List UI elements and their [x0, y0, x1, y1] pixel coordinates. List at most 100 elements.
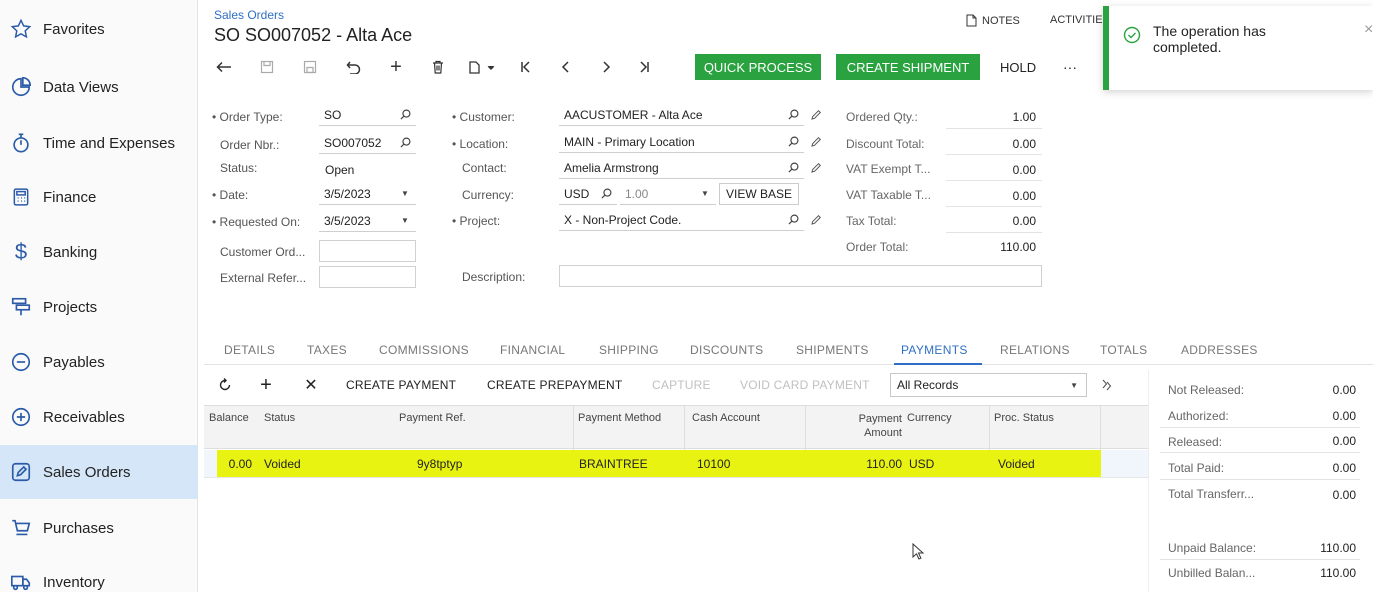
tab-financial[interactable]: FINANCIAL: [500, 343, 565, 357]
delete-icon[interactable]: [428, 57, 448, 77]
delete-row-icon[interactable]: ✕: [302, 376, 320, 394]
capture-button[interactable]: CAPTURE: [652, 378, 711, 392]
table-row[interactable]: 0.00 Voided 9y8tptyp BRAINTREE 10100 110…: [204, 450, 1148, 477]
activities-link[interactable]: ACTIVITIES: [1050, 14, 1102, 26]
tab-details[interactable]: DETAILS: [224, 343, 275, 357]
tab-discounts[interactable]: DISCOUNTS: [690, 343, 763, 357]
hold-button[interactable]: HOLD: [1000, 54, 1036, 80]
customer-field[interactable]: AACUSTOMER - Alta Ace: [559, 104, 804, 126]
undo-icon[interactable]: [343, 57, 363, 77]
payment-total-value: 110.00: [1320, 566, 1356, 580]
save-icon[interactable]: [300, 57, 320, 77]
search-icon[interactable]: [786, 213, 800, 227]
create-shipment-button[interactable]: CREATE SHIPMENT: [836, 54, 980, 80]
save-close-icon[interactable]: [257, 57, 277, 77]
filter-value: All Records: [897, 378, 959, 392]
column-header-proc-status[interactable]: Proc. Status: [994, 412, 1054, 424]
tab-taxes[interactable]: TAXES: [307, 343, 347, 357]
sidebar-item-banking[interactable]: $ Banking: [0, 225, 198, 279]
column-header-currency[interactable]: Currency: [907, 412, 952, 424]
create-prepayment-button[interactable]: CREATE PREPAYMENT: [487, 378, 622, 392]
refresh-icon[interactable]: [216, 376, 234, 394]
sidebar-item-projects[interactable]: Projects: [0, 280, 198, 334]
sidebar-item-favorites[interactable]: Favorites: [0, 2, 198, 56]
edit-pencil-icon[interactable]: [810, 136, 822, 148]
next-record-icon[interactable]: [596, 57, 616, 77]
external-reference-input[interactable]: [319, 266, 416, 288]
project-field[interactable]: X - Non-Project Code.: [559, 209, 804, 231]
currency-rate-field[interactable]: 1.00 ▼: [620, 183, 716, 205]
active-tab-indicator: [894, 363, 982, 365]
sidebar-item-inventory[interactable]: Inventory: [0, 555, 198, 592]
column-header-payment-method[interactable]: Payment Method: [578, 412, 661, 424]
edit-pencil-icon[interactable]: [810, 162, 822, 174]
sidebar-item-label: Payables: [43, 353, 105, 371]
sidebar-item-data-views[interactable]: Data Views: [0, 60, 198, 114]
sidebar-item-receivables[interactable]: Receivables: [0, 390, 198, 444]
search-icon[interactable]: [398, 136, 412, 150]
currency-value: USD: [564, 186, 590, 201]
column-header-cash-account[interactable]: Cash Account: [692, 412, 760, 424]
previous-record-icon[interactable]: [556, 57, 576, 77]
add-icon[interactable]: +: [386, 56, 406, 78]
view-base-button[interactable]: VIEW BASE: [719, 183, 799, 205]
tab-addresses[interactable]: ADDRESSES: [1181, 343, 1258, 357]
column-header-payment-ref[interactable]: Payment Ref.: [399, 412, 466, 424]
date-field[interactable]: 3/5/2023 ▼: [319, 183, 416, 205]
divider: [946, 206, 1042, 207]
sidebar-item-label: Banking: [43, 243, 98, 261]
order-nbr-field[interactable]: SO007052: [319, 132, 416, 154]
create-payment-button[interactable]: CREATE PAYMENT: [346, 378, 456, 392]
records-filter-select[interactable]: All Records ▼: [890, 373, 1087, 397]
edit-pencil-icon[interactable]: [810, 109, 822, 121]
sidebar-item-purchases[interactable]: Purchases: [0, 501, 198, 555]
more-actions-button[interactable]: ···: [1063, 54, 1077, 80]
tab-relations[interactable]: RELATIONS: [1000, 343, 1070, 357]
summary-label: Ordered Qty.:: [846, 110, 918, 124]
chevron-down-icon[interactable]: ▼: [398, 187, 412, 201]
chevron-down-icon[interactable]: ▼: [698, 187, 712, 201]
order-type-field[interactable]: SO: [319, 104, 416, 126]
sidebar-item-time-and-expenses[interactable]: Time and Expenses: [0, 116, 198, 170]
first-record-icon[interactable]: [516, 57, 536, 77]
search-icon[interactable]: [786, 108, 800, 122]
search-icon[interactable]: [599, 187, 613, 201]
currency-field[interactable]: USD: [559, 183, 617, 205]
tab-shipments[interactable]: SHIPMENTS: [796, 343, 869, 357]
search-icon[interactable]: [786, 135, 800, 149]
search-icon[interactable]: [786, 161, 800, 175]
tab-shipping[interactable]: SHIPPING: [599, 343, 659, 357]
back-arrow-icon[interactable]: [214, 57, 234, 77]
summary-label: Discount Total:: [846, 137, 925, 151]
column-header-status[interactable]: Status: [264, 412, 295, 424]
edit-pencil-icon[interactable]: [810, 214, 822, 226]
sidebar-item-sales-orders[interactable]: Sales Orders: [0, 445, 198, 499]
sidebar-item-label: Finance: [43, 188, 97, 206]
notes-link[interactable]: NOTES: [966, 14, 1020, 27]
void-card-payment-button[interactable]: VOID CARD PAYMENT: [740, 378, 870, 392]
tab-commissions[interactable]: COMMISSIONS: [379, 343, 469, 357]
last-record-icon[interactable]: [634, 57, 654, 77]
description-input[interactable]: [559, 265, 1042, 287]
add-row-icon[interactable]: +: [257, 374, 275, 396]
column-header-balance[interactable]: Balance: [209, 412, 249, 424]
contact-field[interactable]: Amelia Armstrong: [559, 157, 804, 179]
quick-process-button[interactable]: QUICK PROCESS: [695, 54, 821, 80]
tab-payments[interactable]: PAYMENTS: [901, 343, 968, 357]
clear-filter-icon[interactable]: [1098, 376, 1116, 394]
location-field[interactable]: MAIN - Primary Location: [559, 131, 804, 153]
sidebar-item-label: Sales Orders: [43, 463, 131, 481]
search-icon[interactable]: [398, 108, 412, 122]
copy-dropdown-icon[interactable]: [466, 57, 500, 77]
cell-payment-ref[interactable]: 9y8tptyp: [417, 457, 462, 471]
customer-order-input[interactable]: [319, 240, 416, 262]
tab-totals[interactable]: TOTALS: [1100, 343, 1147, 357]
breadcrumb[interactable]: Sales Orders: [214, 8, 284, 22]
close-icon[interactable]: ×: [1364, 21, 1373, 39]
chevron-down-icon[interactable]: ▼: [398, 214, 412, 228]
sidebar-item-finance[interactable]: Finance: [0, 170, 198, 224]
column-header-payment-amount[interactable]: Payment Amount: [844, 412, 902, 440]
sidebar-item-payables[interactable]: Payables: [0, 335, 198, 389]
requested-on-field[interactable]: 3/5/2023 ▼: [319, 210, 416, 232]
truck-icon: [9, 570, 33, 592]
